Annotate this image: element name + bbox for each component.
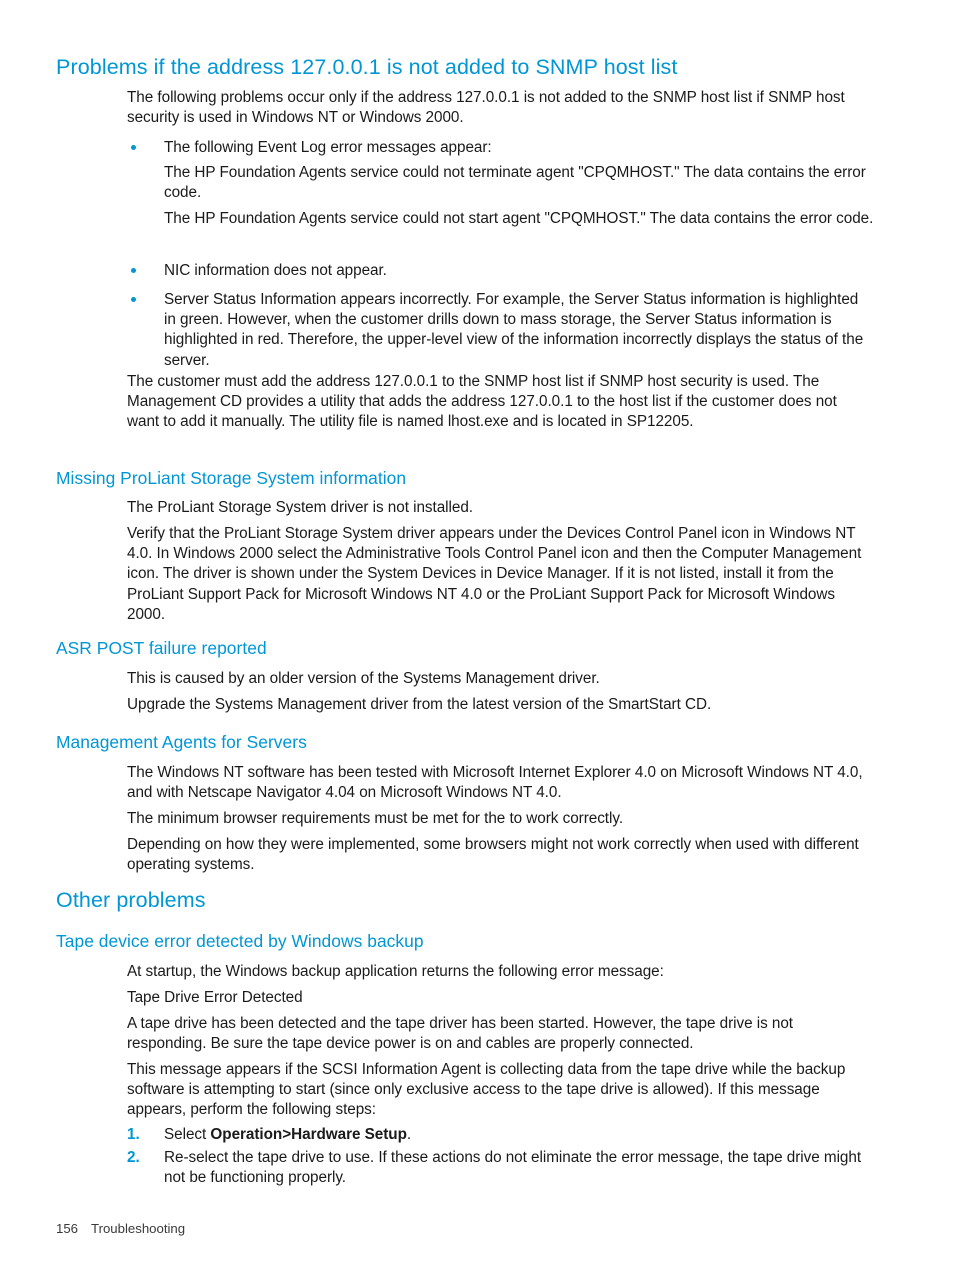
paragraph-tape-2: Tape Drive Error Detected xyxy=(127,989,303,1006)
page-footer: 156 Troubleshooting xyxy=(56,1221,185,1237)
step-text: Re-select the tape drive to use. If thes… xyxy=(164,1149,862,1187)
paragraph-tape-4: This message appears if the SCSI Informa… xyxy=(127,1061,846,1119)
paragraph-agents-1: The Windows NT software has been tested … xyxy=(127,764,863,802)
paragraph-agents-3: Depending on how they were implemented, … xyxy=(127,836,859,874)
paragraph-agents-2: The minimum browser requirements must be… xyxy=(127,810,624,827)
paragraph-tape-3: A tape drive has been detected and the t… xyxy=(127,1015,794,1053)
step-text: Select Operation>Hardware Setup. xyxy=(164,1125,873,1145)
numbered-step-1: 1. Select Operation>Hardware Setup. xyxy=(127,1125,873,1145)
menu-operation: Operation xyxy=(210,1126,283,1143)
step-prefix: Select xyxy=(164,1126,211,1143)
paragraph-snmp-closing: The customer must add the address 127.0.… xyxy=(127,373,837,431)
step-number: 1. xyxy=(127,1126,140,1143)
step-number: 2. xyxy=(127,1149,140,1166)
paragraph-storage-1: The ProLiant Storage System driver is no… xyxy=(127,499,473,516)
heading-asr-post-failure: ASR POST failure reported xyxy=(56,638,267,658)
heading-management-agents-for-servers: Management Agents for Servers xyxy=(56,732,307,752)
list-item: Server Status Information appears incorr… xyxy=(127,290,873,371)
bullet-text: Server Status Information appears incorr… xyxy=(164,291,864,369)
document-page: Problems if the address 127.0.0.1 is not… xyxy=(0,0,954,1271)
footer-page-number: 156 xyxy=(56,1221,79,1237)
bullet-dot-icon xyxy=(131,297,136,302)
numbered-step-2: 2. Re-select the tape drive to use. If t… xyxy=(127,1148,873,1188)
paragraph-storage-2: Verify that the ProLiant Storage System … xyxy=(127,525,862,623)
bullet-dot-icon xyxy=(131,268,136,273)
paragraph-asr-2: Upgrade the Systems Management driver fr… xyxy=(127,696,712,713)
bullet-dot-icon xyxy=(131,145,136,150)
footer-chapter-name: Troubleshooting xyxy=(91,1221,186,1237)
heading-missing-proliant-storage: Missing ProLiant Storage System informat… xyxy=(56,468,407,488)
heading-snmp-host-list: Problems if the address 127.0.0.1 is not… xyxy=(56,55,678,79)
paragraph-event-log-message-1: The HP Foundation Agents service could n… xyxy=(164,164,866,202)
bullet-text: NIC information does not appear. xyxy=(164,262,387,279)
list-item: The following Event Log error messages a… xyxy=(127,138,873,158)
heading-tape-device-error: Tape device error detected by Windows ba… xyxy=(56,931,424,951)
paragraph-event-log-message-2: The HP Foundation Agents service could n… xyxy=(164,210,874,227)
list-item: NIC information does not appear. xyxy=(127,261,873,281)
heading-other-problems: Other problems xyxy=(56,888,206,912)
step-suffix: . xyxy=(406,1126,412,1143)
paragraph-tape-1: At startup, the Windows backup applicati… xyxy=(127,963,664,980)
menu-separator: > xyxy=(282,1126,292,1143)
paragraph-asr-1: This is caused by an older version of th… xyxy=(127,670,600,687)
bullet-text: The following Event Log error messages a… xyxy=(164,139,492,156)
menu-hardware-setup: Hardware Setup xyxy=(291,1126,407,1143)
paragraph-snmp-intro: The following problems occur only if the… xyxy=(127,89,845,127)
